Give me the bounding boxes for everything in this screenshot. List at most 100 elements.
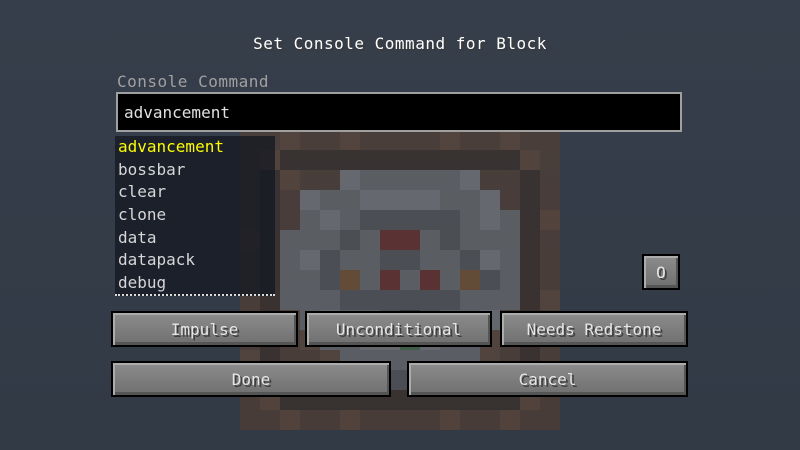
texture-pixel (380, 150, 400, 170)
texture-pixel (460, 150, 480, 170)
texture-pixel (360, 130, 380, 150)
texture-pixel (520, 230, 540, 250)
texture-pixel (480, 170, 500, 190)
console-command-input[interactable] (116, 92, 682, 132)
texture-pixel (420, 230, 440, 250)
command-block-screen: Set Console Command for Block Console Co… (0, 0, 800, 450)
texture-pixel (540, 170, 560, 190)
texture-pixel (460, 290, 480, 310)
texture-pixel (480, 270, 500, 290)
texture-pixel (420, 250, 440, 270)
suggestion-item[interactable]: advancement (115, 136, 275, 159)
texture-pixel (460, 250, 480, 270)
console-command-label: Console Command (117, 72, 269, 91)
texture-pixel (460, 270, 480, 290)
texture-pixel (340, 250, 360, 270)
texture-pixel (280, 130, 300, 150)
texture-pixel (320, 410, 340, 430)
texture-pixel (320, 270, 340, 290)
texture-pixel (520, 250, 540, 270)
texture-pixel (380, 230, 400, 250)
texture-pixel (400, 130, 420, 150)
texture-pixel (380, 410, 400, 430)
texture-pixel (400, 190, 420, 210)
texture-pixel (320, 230, 340, 250)
suggestion-item[interactable]: clear (115, 181, 275, 204)
texture-pixel (400, 250, 420, 270)
texture-pixel (320, 150, 340, 170)
texture-pixel (520, 190, 540, 210)
block-mode-button[interactable]: Impulse (111, 311, 298, 347)
texture-pixel (540, 130, 560, 150)
texture-pixel (460, 410, 480, 430)
texture-pixel (260, 410, 280, 430)
redstone-toggle-button[interactable]: Needs Redstone (500, 311, 688, 347)
texture-pixel (400, 210, 420, 230)
texture-pixel (520, 170, 540, 190)
previous-output-toggle-button[interactable]: O (642, 254, 680, 290)
texture-pixel (440, 290, 460, 310)
texture-pixel (300, 130, 320, 150)
texture-pixel (540, 210, 560, 230)
texture-pixel (420, 290, 440, 310)
texture-pixel (360, 190, 380, 210)
texture-pixel (460, 130, 480, 150)
texture-pixel (540, 250, 560, 270)
texture-pixel (440, 410, 460, 430)
texture-pixel (240, 410, 260, 430)
texture-pixel (280, 270, 300, 290)
texture-pixel (280, 250, 300, 270)
texture-pixel (280, 190, 300, 210)
texture-pixel (460, 170, 480, 190)
suggestion-item[interactable]: datapack (115, 249, 275, 272)
texture-pixel (480, 290, 500, 310)
texture-pixel (320, 290, 340, 310)
texture-pixel (360, 170, 380, 190)
texture-pixel (540, 190, 560, 210)
texture-pixel (360, 250, 380, 270)
texture-pixel (400, 150, 420, 170)
texture-pixel (420, 210, 440, 230)
texture-pixel (480, 250, 500, 270)
texture-pixel (300, 290, 320, 310)
texture-pixel (420, 270, 440, 290)
texture-pixel (540, 230, 560, 250)
texture-pixel (360, 230, 380, 250)
texture-pixel (380, 190, 400, 210)
texture-pixel (500, 410, 520, 430)
texture-pixel (340, 290, 360, 310)
texture-pixel (360, 150, 380, 170)
texture-pixel (500, 210, 520, 230)
texture-pixel (460, 190, 480, 210)
texture-pixel (340, 230, 360, 250)
texture-pixel (320, 190, 340, 210)
suggestion-item[interactable]: debug (115, 272, 275, 295)
texture-pixel (540, 410, 560, 430)
texture-pixel (520, 150, 540, 170)
conditional-toggle-button[interactable]: Unconditional (305, 311, 492, 347)
texture-pixel (300, 410, 320, 430)
suggestion-item[interactable]: clone (115, 204, 275, 227)
texture-pixel (500, 190, 520, 210)
texture-pixel (520, 410, 540, 430)
texture-pixel (440, 230, 460, 250)
texture-pixel (300, 250, 320, 270)
suggestion-item[interactable]: bossbar (115, 159, 275, 182)
texture-pixel (380, 270, 400, 290)
texture-pixel (480, 190, 500, 210)
texture-pixel (320, 210, 340, 230)
cancel-button[interactable]: Cancel (407, 361, 688, 397)
texture-pixel (340, 130, 360, 150)
suggestion-item[interactable]: data (115, 227, 275, 250)
texture-pixel (480, 410, 500, 430)
texture-pixel (300, 230, 320, 250)
texture-pixel (280, 210, 300, 230)
texture-pixel (500, 170, 520, 190)
texture-pixel (360, 210, 380, 230)
texture-pixel (380, 130, 400, 150)
done-button[interactable]: Done (111, 361, 391, 397)
texture-pixel (300, 170, 320, 190)
texture-pixel (480, 210, 500, 230)
texture-pixel (500, 230, 520, 250)
texture-pixel (540, 290, 560, 310)
